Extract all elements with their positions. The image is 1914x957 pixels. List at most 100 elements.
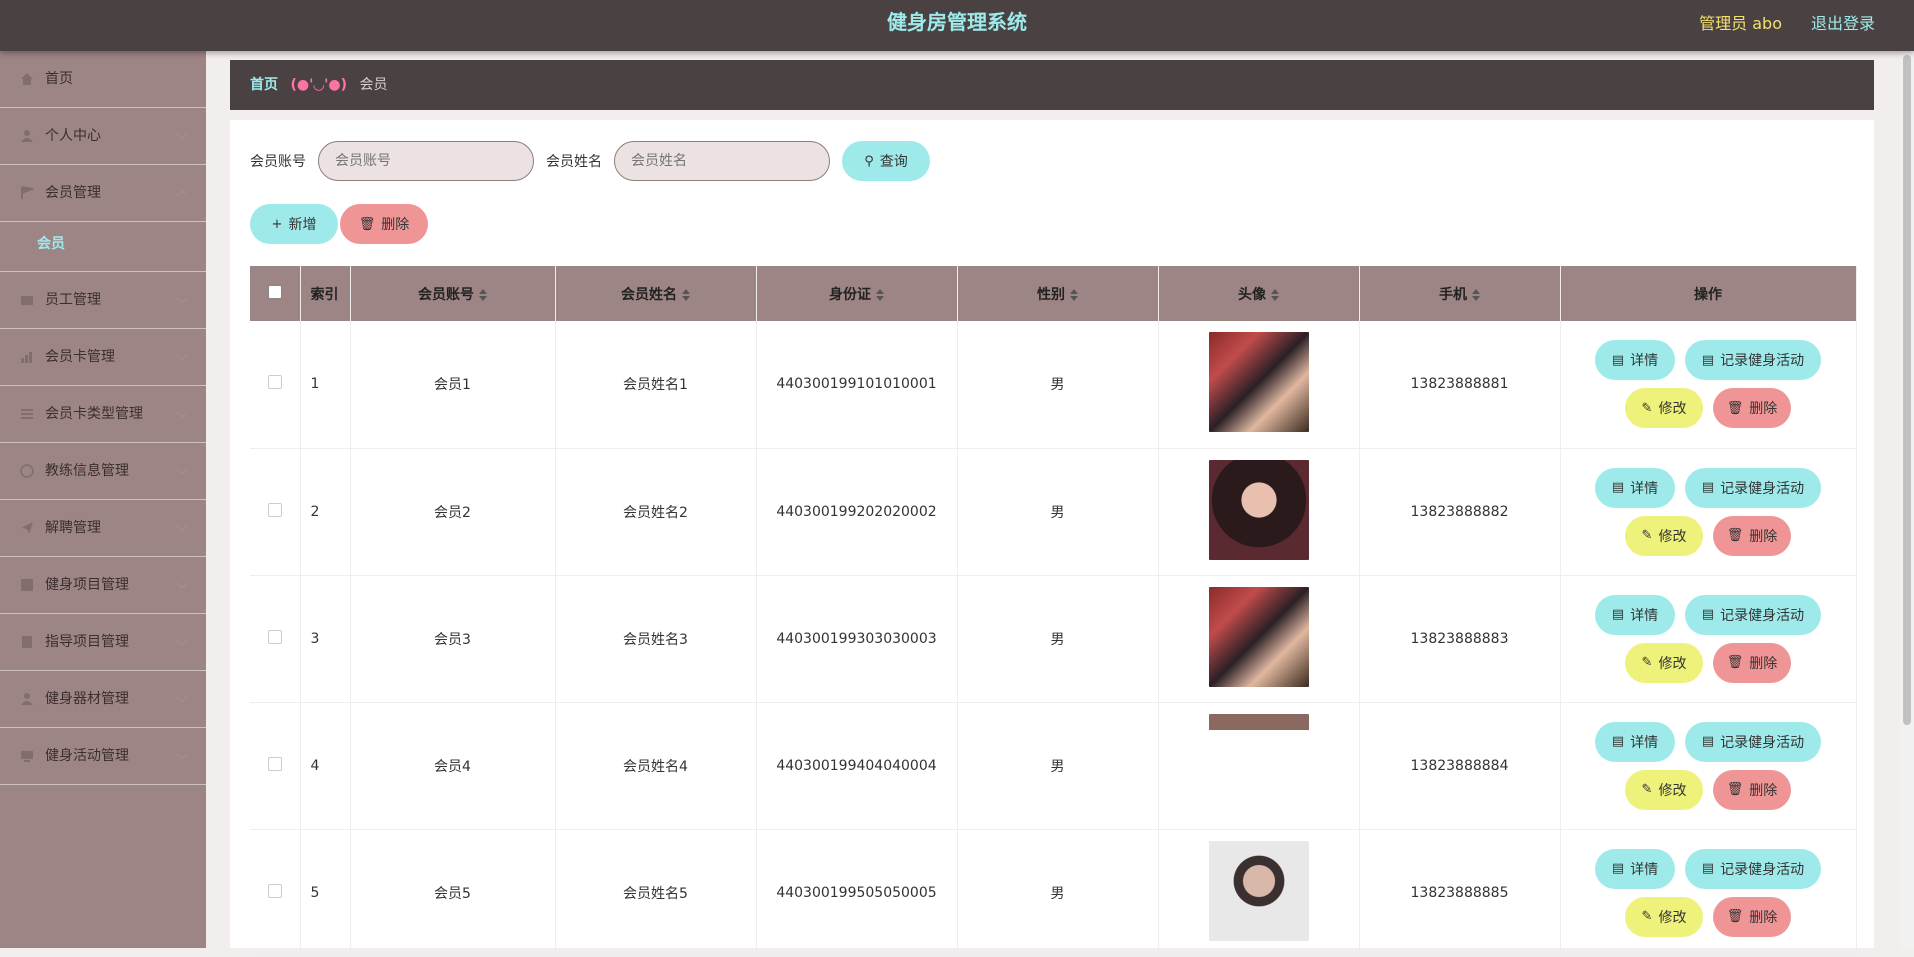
cell-gender: 男 (957, 702, 1159, 830)
page-scrollbar[interactable] (1900, 51, 1914, 948)
document-icon: ▤ (1611, 861, 1625, 876)
column-header-id-card[interactable]: 身份证 (756, 266, 958, 321)
trash-icon: 🗑 (358, 216, 376, 232)
column-header-gender[interactable]: 性别 (957, 266, 1159, 321)
column-header-name[interactable]: 会员姓名 (555, 266, 757, 321)
detail-button[interactable]: ▤ 详情 (1595, 340, 1675, 381)
select-all-checkbox[interactable] (267, 284, 282, 299)
edit-button[interactable]: ✎ 修改 (1625, 388, 1703, 429)
row-checkbox[interactable] (267, 502, 282, 517)
record-activity-button[interactable]: ▤ 记录健身活动 (1685, 594, 1821, 635)
cell-account: 会员5 (350, 829, 556, 957)
delete-button[interactable]: 🗑 删除 (1713, 642, 1791, 683)
column-header-avatar[interactable]: 头像 (1158, 266, 1360, 321)
record-activity-button[interactable]: ▤ 记录健身活动 (1685, 467, 1821, 508)
delete-label: 删除 (1749, 401, 1778, 418)
sidebar-item-label: 员工管理 (45, 292, 101, 308)
query-button[interactable]: ⚲ 查询 (842, 141, 930, 181)
avatar-image (1208, 713, 1309, 814)
row-checkbox[interactable] (267, 629, 282, 644)
sidebar-item-label: 会员管理 (45, 185, 101, 201)
breadcrumb-home[interactable]: 首页 (250, 77, 278, 93)
detail-button[interactable]: ▤ 详情 (1595, 848, 1675, 889)
cell-gender: 男 (957, 575, 1159, 703)
sidebar-item-card-type-management[interactable]: 会员卡类型管理 (0, 386, 206, 443)
sidebar-item-member-management[interactable]: 会员管理 (0, 165, 206, 222)
delete-button[interactable]: 🗑 删除 (1713, 515, 1791, 556)
sidebar-item-label: 教练信息管理 (45, 463, 129, 479)
add-button[interactable]: + 新增 (250, 204, 338, 244)
edit-button[interactable]: ✎ 修改 (1625, 515, 1703, 556)
scrollbar-thumb[interactable] (1903, 55, 1911, 725)
column-header-index: 索引 (300, 266, 351, 321)
cell-name: 会员姓名4 (555, 702, 757, 830)
sidebar-item-personal-center[interactable]: 个人中心 (0, 108, 206, 165)
sort-icon[interactable] (1070, 288, 1078, 301)
name-search-input[interactable] (614, 141, 830, 181)
cell-avatar (1158, 448, 1360, 576)
edit-label: 修改 (1658, 528, 1687, 545)
sidebar-item-fitness-project-management[interactable]: 健身项目管理 (0, 557, 206, 614)
edit-button[interactable]: ✎ 修改 (1625, 896, 1703, 937)
top-bar: 健身房管理系统 管理员 abo 退出登录 (0, 0, 1914, 51)
cell-gender: 男 (957, 829, 1159, 957)
current-user: 管理员 abo (1699, 14, 1782, 33)
record-activity-button[interactable]: ▤ 记录健身活动 (1685, 340, 1821, 381)
row-checkbox[interactable] (267, 375, 282, 390)
delete-button[interactable]: 🗑 删除 (1713, 388, 1791, 429)
cell-account: 会员4 (350, 702, 556, 830)
sidebar-item-staff-management[interactable]: 员工管理 (0, 272, 206, 329)
detail-button[interactable]: ▤ 详情 (1595, 467, 1675, 508)
column-header-account[interactable]: 会员账号 (350, 266, 556, 321)
breadcrumb-separator: (●'◡'●) (290, 77, 348, 93)
record-activity-button[interactable]: ▤ 记录健身活动 (1685, 848, 1821, 889)
table-row: 5 会员5 会员姓名5 440300199505050005 男 1382388… (250, 829, 1857, 957)
sidebar-item-home[interactable]: 首页 (0, 51, 206, 108)
avatar-image (1208, 586, 1309, 687)
toolbar: + 新增 🗑 删除 (250, 204, 428, 244)
sidebar-item-label: 健身项目管理 (45, 577, 129, 593)
sidebar-item-coach-management[interactable]: 教练信息管理 (0, 443, 206, 500)
sort-icon[interactable] (682, 288, 690, 301)
sidebar-subitem-member[interactable]: 会员 (0, 222, 206, 272)
sort-icon[interactable] (1271, 288, 1279, 301)
flag-icon (21, 186, 34, 199)
delete-button[interactable]: 🗑 删除 (1713, 769, 1791, 810)
batch-delete-button[interactable]: 🗑 删除 (340, 204, 428, 244)
column-header-phone[interactable]: 手机 (1359, 266, 1561, 321)
detail-label: 详情 (1630, 607, 1659, 624)
detail-button[interactable]: ▤ 详情 (1595, 594, 1675, 635)
send-icon (21, 522, 33, 534)
sidebar-item-equipment-management[interactable]: 健身器材管理 (0, 671, 206, 728)
record-activity-button[interactable]: ▤ 记录健身活动 (1685, 721, 1821, 762)
sort-icon[interactable] (479, 288, 487, 301)
cell-index: 2 (300, 448, 351, 576)
edit-button[interactable]: ✎ 修改 (1625, 642, 1703, 683)
row-checkbox[interactable] (267, 883, 282, 898)
edit-button[interactable]: ✎ 修改 (1625, 769, 1703, 810)
account-search-input[interactable] (318, 141, 534, 181)
chevron-down-icon (176, 463, 188, 475)
grid-icon (21, 579, 33, 591)
cell-id-card: 440300199404040004 (756, 702, 958, 830)
sidebar-item-label: 会员卡类型管理 (45, 406, 143, 422)
delete-button[interactable]: 🗑 删除 (1713, 896, 1791, 937)
sidebar-item-label: 解聘管理 (45, 520, 101, 536)
sidebar-item-guidance-project-management[interactable]: 指导项目管理 (0, 614, 206, 671)
document-icon: ▤ (1611, 607, 1625, 622)
column-header-label: 身份证 (829, 286, 871, 303)
row-checkbox[interactable] (267, 756, 282, 771)
sidebar: 首页 个人中心 会员管理 会员 员工管理 会员卡管理 会员卡类型管理 教练信息管… (0, 51, 206, 948)
record-label: 记录健身活动 (1720, 607, 1805, 624)
sidebar-item-dismissal-management[interactable]: 解聘管理 (0, 500, 206, 557)
sort-icon[interactable] (876, 288, 884, 301)
app-title: 健身房管理系统 (887, 10, 1027, 34)
document-icon: ▤ (1701, 607, 1715, 622)
cell-phone: 13823888883 (1359, 575, 1561, 703)
sidebar-item-member-card-management[interactable]: 会员卡管理 (0, 329, 206, 386)
logout-link[interactable]: 退出登录 (1811, 10, 1875, 34)
sidebar-item-activity-management[interactable]: 健身活动管理 (0, 728, 206, 785)
chevron-down-icon (176, 691, 188, 703)
detail-button[interactable]: ▤ 详情 (1595, 721, 1675, 762)
sort-icon[interactable] (1472, 288, 1480, 301)
